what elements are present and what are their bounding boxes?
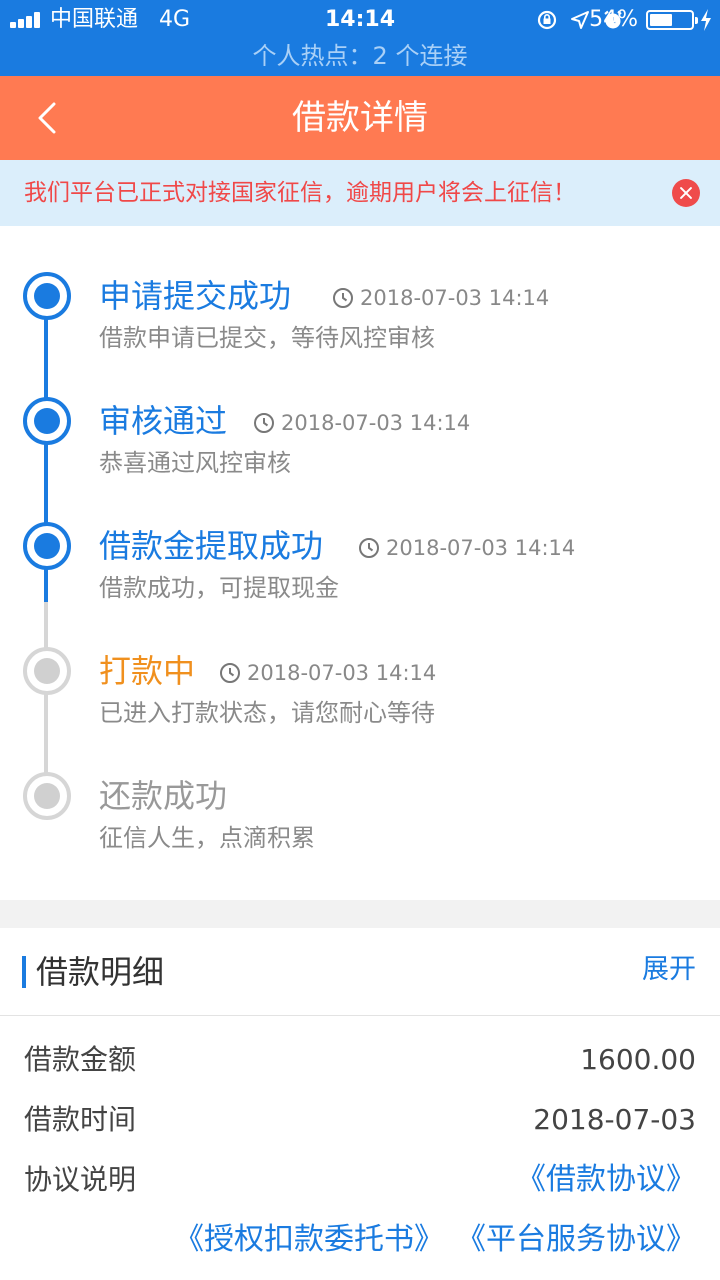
step-description: 恭喜通过风控审核 (99, 449, 291, 477)
clock-icon (254, 413, 274, 433)
step-done-indicator (23, 397, 71, 445)
battery-percent: 54% (589, 7, 638, 32)
timeline-step: 还款成功 征信人生，点滴积累 (0, 772, 720, 882)
chevron-left-icon (38, 102, 56, 134)
step-current-indicator (23, 647, 71, 695)
loan-details-title: 借款明细 (36, 953, 165, 991)
step-description: 已进入打款状态，请您耐心等待 (99, 699, 435, 727)
detail-label: 协议说明 (24, 1163, 137, 1196)
step-time: 2018-07-03 14:14 (219, 653, 436, 693)
step-description: 征信人生，点滴积累 (99, 824, 315, 852)
detail-label: 借款金额 (24, 1043, 137, 1076)
nav-header: 借款详情 (0, 76, 720, 160)
notice-banner: 我们平台已正式对接国家征信，逾期用户将会上征信！ (0, 160, 720, 226)
step-title: 借款金提取成功 (99, 527, 324, 565)
step-description: 借款申请已提交，等待风控审核 (99, 324, 435, 352)
step-title: 申请提交成功 (99, 277, 292, 315)
detail-row-time: 借款时间 2018-07-03 (0, 1092, 720, 1148)
timeline-step: 借款金提取成功 2018-07-03 14:14 借款成功，可提取现金 (0, 522, 720, 632)
page-title: 借款详情 (292, 98, 428, 138)
timeline-step: 打款中 2018-07-03 14:14 已进入打款状态，请您耐心等待 (0, 647, 720, 757)
location-icon (571, 11, 589, 29)
platform-service-agreement-link[interactable]: 《平台服务协议》 (456, 1212, 696, 1268)
step-done-indicator (23, 272, 71, 320)
timeline-step: 审核通过 2018-07-03 14:14 恭喜通过风控审核 (0, 397, 720, 507)
detail-row-amount: 借款金额 1600.00 (0, 1032, 720, 1088)
clock-icon (220, 663, 240, 683)
section-accent-bar (22, 956, 26, 988)
timeline-step: 申请提交成功 2018-07-03 14:14 借款申请已提交，等待风控审核 (0, 272, 720, 382)
detail-row-agreements-2: 《授权扣款委托书》 《平台服务协议》 (0, 1212, 720, 1268)
battery-icon (646, 10, 698, 30)
loan-agreement-link[interactable]: 《借款协议》 (516, 1152, 696, 1208)
clock-icon (359, 538, 379, 558)
step-title: 审核通过 (99, 402, 228, 440)
loan-progress-timeline: 申请提交成功 2018-07-03 14:14 借款申请已提交，等待风控审核 审… (0, 226, 720, 900)
notice-text: 我们平台已正式对接国家征信，逾期用户将会上征信！ (24, 180, 576, 206)
back-button[interactable] (30, 98, 70, 138)
detail-value: 1600.00 (580, 1043, 696, 1076)
detail-row-agreements: 协议说明 《借款协议》 (0, 1152, 720, 1208)
deduction-authorization-link[interactable]: 《授权扣款委托书》 (174, 1212, 444, 1268)
step-time: 2018-07-03 14:14 (358, 528, 575, 568)
clock-icon (333, 288, 353, 308)
hotspot-banner[interactable]: 个人热点：2 个连接 (0, 40, 720, 72)
step-description: 借款成功，可提取现金 (99, 574, 339, 602)
step-time: 2018-07-03 14:14 (253, 403, 470, 443)
detail-value: 2018-07-03 (533, 1103, 696, 1136)
loan-details-section: 借款明细 展开 借款金额 1600.00 借款时间 2018-07-03 协议说… (0, 928, 720, 1280)
step-pending-indicator (23, 772, 71, 820)
close-icon[interactable] (672, 179, 700, 207)
section-divider (0, 900, 720, 928)
loan-details-header: 借款明细 展开 (0, 928, 720, 1016)
expand-button[interactable]: 展开 (642, 928, 696, 1012)
charging-bolt-icon (701, 9, 711, 31)
step-title: 还款成功 (99, 777, 228, 815)
detail-label: 借款时间 (24, 1103, 137, 1136)
status-bar: 中国联通 4G 14:14 54% 个人热点：2 个连接 (0, 0, 720, 76)
rotation-lock-icon (537, 10, 557, 30)
step-title: 打款中 (99, 652, 196, 690)
step-done-indicator (23, 522, 71, 570)
step-time: 2018-07-03 14:14 (332, 278, 549, 318)
